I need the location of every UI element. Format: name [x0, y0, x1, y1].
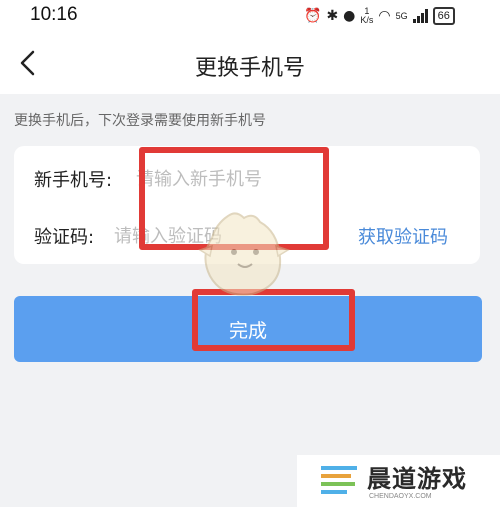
status-icons: ⏰ ✱ ● 1 K/s ◠ 5G 66 [304, 4, 455, 28]
watermark-logo-icon [321, 466, 357, 494]
battery-icon: 66 [432, 7, 455, 25]
signal-icon [412, 9, 428, 23]
site-watermark: 晨道游戏 CHENDAOYX.COM [297, 455, 500, 507]
mascot-watermark-icon [198, 212, 290, 296]
location-icon: ● [343, 8, 356, 24]
wifi-icon: ◠ [378, 8, 391, 24]
network-speed-unit: K/s [360, 15, 374, 25]
alarm-icon: ⏰ [304, 8, 322, 24]
network-type: 5G [395, 10, 408, 21]
status-bar: 10:16 ⏰ ✱ ● 1 K/s ◠ 5G 66 [0, 0, 500, 34]
network-speed: 1 K/s [360, 7, 373, 25]
highlight-box-done [192, 289, 355, 351]
watermark-text: 晨道游戏 [367, 465, 467, 493]
hint-text: 更换手机后，下次登录需要使用新手机号 [14, 113, 266, 129]
nav-bar: 更换手机号 [0, 34, 500, 94]
phone-label: 新手机号: [34, 170, 113, 191]
status-time: 10:16 [30, 4, 78, 25]
bluetooth-icon: ✱ [326, 8, 339, 24]
code-label: 验证码: [34, 227, 95, 248]
get-code-button[interactable]: 获取验证码 [358, 223, 448, 249]
page-title: 更换手机号 [194, 56, 305, 81]
watermark-subtext: CHENDAOYX.COM [369, 493, 432, 500]
